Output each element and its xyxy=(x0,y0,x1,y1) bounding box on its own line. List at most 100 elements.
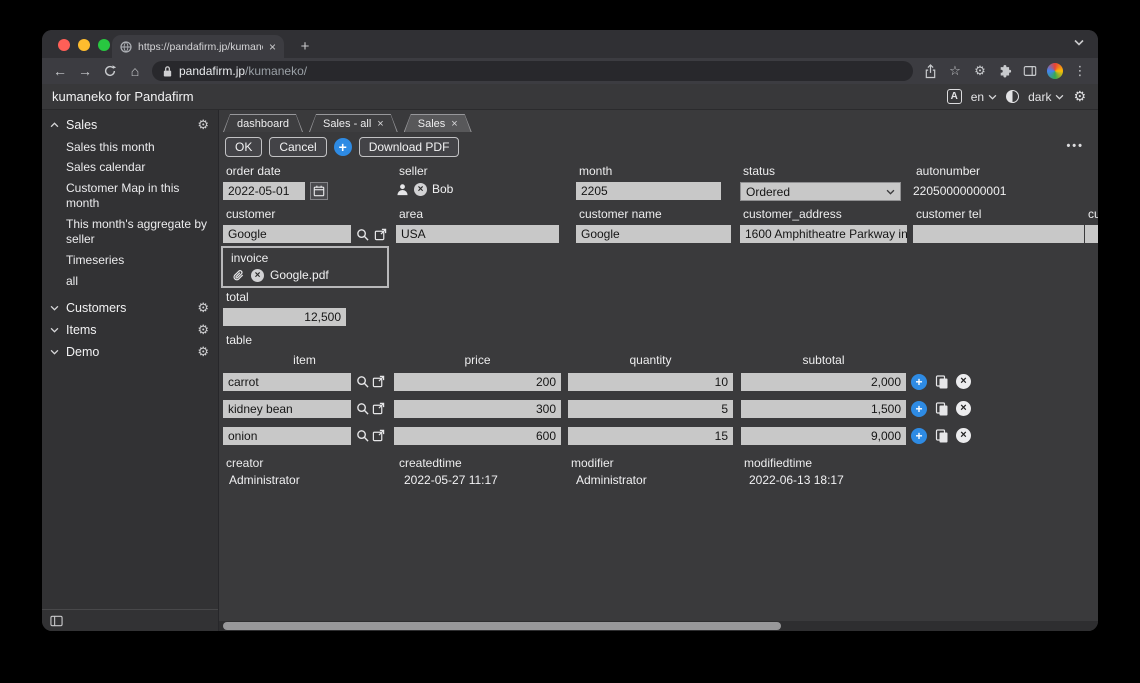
copy-row-icon[interactable] xyxy=(935,429,949,443)
order-date-input[interactable]: 2022-05-01 xyxy=(223,182,305,200)
customer-name-input[interactable]: Google xyxy=(576,225,731,243)
add-row-button[interactable]: + xyxy=(911,428,927,444)
theme-select[interactable]: dark xyxy=(1028,90,1064,104)
price-input[interactable]: 200 xyxy=(394,373,561,391)
extension-gear-icon[interactable]: ⚙ xyxy=(972,63,988,79)
section-gear-icon[interactable]: ⚙ xyxy=(197,117,209,133)
status-select[interactable]: Ordered xyxy=(740,182,901,201)
horizontal-scrollbar-thumb[interactable] xyxy=(223,622,781,630)
sidebar-section-customers[interactable]: Customers ⚙ xyxy=(42,297,218,319)
copy-row-icon[interactable] xyxy=(935,375,949,389)
lookup-search-icon[interactable] xyxy=(356,375,369,388)
total-input[interactable]: 12,500 xyxy=(223,308,346,326)
quantity-input[interactable]: 15 xyxy=(568,427,733,445)
sidebar-section-items[interactable]: Items ⚙ xyxy=(42,319,218,341)
browser-tab[interactable]: https://pandafirm.jp/kumaneko × xyxy=(112,35,284,58)
price-input[interactable]: 600 xyxy=(394,427,561,445)
sidebar-item-customer-map[interactable]: Customer Map in this month xyxy=(66,178,208,214)
tab-sales[interactable]: Sales× xyxy=(404,114,472,132)
remove-attachment-icon[interactable]: × xyxy=(251,269,264,282)
month-input[interactable]: 2205 xyxy=(576,182,721,200)
tab-dashboard[interactable]: dashboard xyxy=(223,114,303,132)
macos-close-button[interactable] xyxy=(58,39,70,51)
sidebar-item-timeseries[interactable]: Timeseries xyxy=(66,251,208,272)
copy-row-icon[interactable] xyxy=(935,402,949,416)
quantity-input[interactable]: 5 xyxy=(568,400,733,418)
macos-zoom-button[interactable] xyxy=(98,39,110,51)
share-icon[interactable] xyxy=(922,63,938,79)
back-icon[interactable]: ← xyxy=(52,63,68,79)
tab-sales-all[interactable]: Sales - all× xyxy=(309,114,398,132)
tab-close-icon[interactable]: × xyxy=(269,40,276,54)
section-gear-icon[interactable]: ⚙ xyxy=(197,344,209,360)
settings-gear-icon[interactable]: ⚙ xyxy=(1073,88,1086,105)
download-pdf-button[interactable]: Download PDF xyxy=(359,137,460,157)
bookmark-star-icon[interactable]: ☆ xyxy=(947,63,963,79)
doc-tabs: dashboard Sales - all× Sales× xyxy=(223,113,472,132)
open-record-external-link-icon[interactable] xyxy=(372,375,385,388)
lookup-search-icon[interactable] xyxy=(356,228,369,241)
sidebar-item-sales-this-month[interactable]: Sales this month xyxy=(66,137,208,158)
delete-row-icon[interactable]: × xyxy=(956,401,971,416)
customer-tel-input[interactable] xyxy=(913,225,1084,243)
tab-search-chevron-down-icon[interactable] xyxy=(1074,33,1084,51)
ok-button[interactable]: OK xyxy=(225,137,262,157)
open-record-external-link-icon[interactable] xyxy=(372,402,385,415)
theme-contrast-icon[interactable] xyxy=(1006,90,1019,103)
subtotal-input[interactable]: 1,500 xyxy=(741,400,906,418)
reload-icon[interactable] xyxy=(102,63,118,79)
forward-icon[interactable]: → xyxy=(77,63,93,79)
add-row-button[interactable]: + xyxy=(911,401,927,417)
open-record-external-link-icon[interactable] xyxy=(372,429,385,442)
translate-icon[interactable]: A xyxy=(947,89,962,104)
sidebar-section-demo[interactable]: Demo ⚙ xyxy=(42,341,218,363)
sidebar-section-sales[interactable]: Sales ⚙ xyxy=(42,114,218,136)
item-input[interactable]: onion xyxy=(223,427,351,445)
tab-close-icon[interactable]: × xyxy=(377,118,383,130)
more-options-button[interactable]: ••• xyxy=(1066,140,1084,152)
total-group: total 12,500 xyxy=(223,290,346,326)
macos-minimize-button[interactable] xyxy=(78,39,90,51)
customer-input[interactable]: Google xyxy=(223,225,351,243)
item-input[interactable]: kidney bean xyxy=(223,400,351,418)
sidebar-item-sales-calendar[interactable]: Sales calendar xyxy=(66,158,208,179)
section-label: Demo xyxy=(66,345,190,359)
add-row-button[interactable]: + xyxy=(911,374,927,390)
section-label: Sales xyxy=(66,118,190,132)
sidebar-toggle-icon[interactable] xyxy=(50,615,63,627)
address-bar[interactable]: pandafirm.jp/kumaneko/ xyxy=(152,61,913,81)
remove-seller-icon[interactable]: × xyxy=(414,183,427,196)
side-panel-icon[interactable] xyxy=(1022,63,1038,79)
browser-menu-kebab-icon[interactable]: ⋮ xyxy=(1072,63,1088,79)
creator-label: creator xyxy=(226,456,263,470)
extensions-puzzle-icon[interactable] xyxy=(997,63,1013,79)
subtotal-input[interactable]: 9,000 xyxy=(741,427,906,445)
new-tab-button[interactable]: + xyxy=(296,38,314,55)
sidebar-item-aggregate-by-seller[interactable]: This month's aggregate by seller xyxy=(66,214,208,250)
quantity-input[interactable]: 10 xyxy=(568,373,733,391)
customer-name-group: customer name Google xyxy=(576,207,731,243)
delete-row-icon[interactable]: × xyxy=(956,374,971,389)
lookup-search-icon[interactable] xyxy=(356,429,369,442)
price-input[interactable]: 300 xyxy=(394,400,561,418)
horizontal-scrollbar-track[interactable] xyxy=(219,621,1098,631)
truncated-column-input[interactable] xyxy=(1085,225,1098,243)
sidebar-item-all[interactable]: all xyxy=(66,271,208,292)
profile-avatar[interactable] xyxy=(1047,63,1063,79)
lookup-search-icon[interactable] xyxy=(356,402,369,415)
language-select[interactable]: en xyxy=(971,90,997,104)
home-icon[interactable]: ⌂ xyxy=(127,63,143,79)
tab-close-icon[interactable]: × xyxy=(451,118,457,130)
add-record-button[interactable]: + xyxy=(334,138,352,156)
cancel-button[interactable]: Cancel xyxy=(269,137,326,157)
customer-address-input[interactable]: 1600 Amphitheatre Parkway in xyxy=(740,225,907,243)
section-gear-icon[interactable]: ⚙ xyxy=(197,300,209,316)
section-gear-icon[interactable]: ⚙ xyxy=(197,322,209,338)
calendar-icon[interactable] xyxy=(310,182,328,200)
area-input[interactable]: USA xyxy=(396,225,559,243)
open-record-external-link-icon[interactable] xyxy=(374,228,387,241)
delete-row-icon[interactable]: × xyxy=(956,428,971,443)
subtotal-input[interactable]: 2,000 xyxy=(741,373,906,391)
attachment-filename[interactable]: Google.pdf xyxy=(270,268,329,282)
item-input[interactable]: carrot xyxy=(223,373,351,391)
